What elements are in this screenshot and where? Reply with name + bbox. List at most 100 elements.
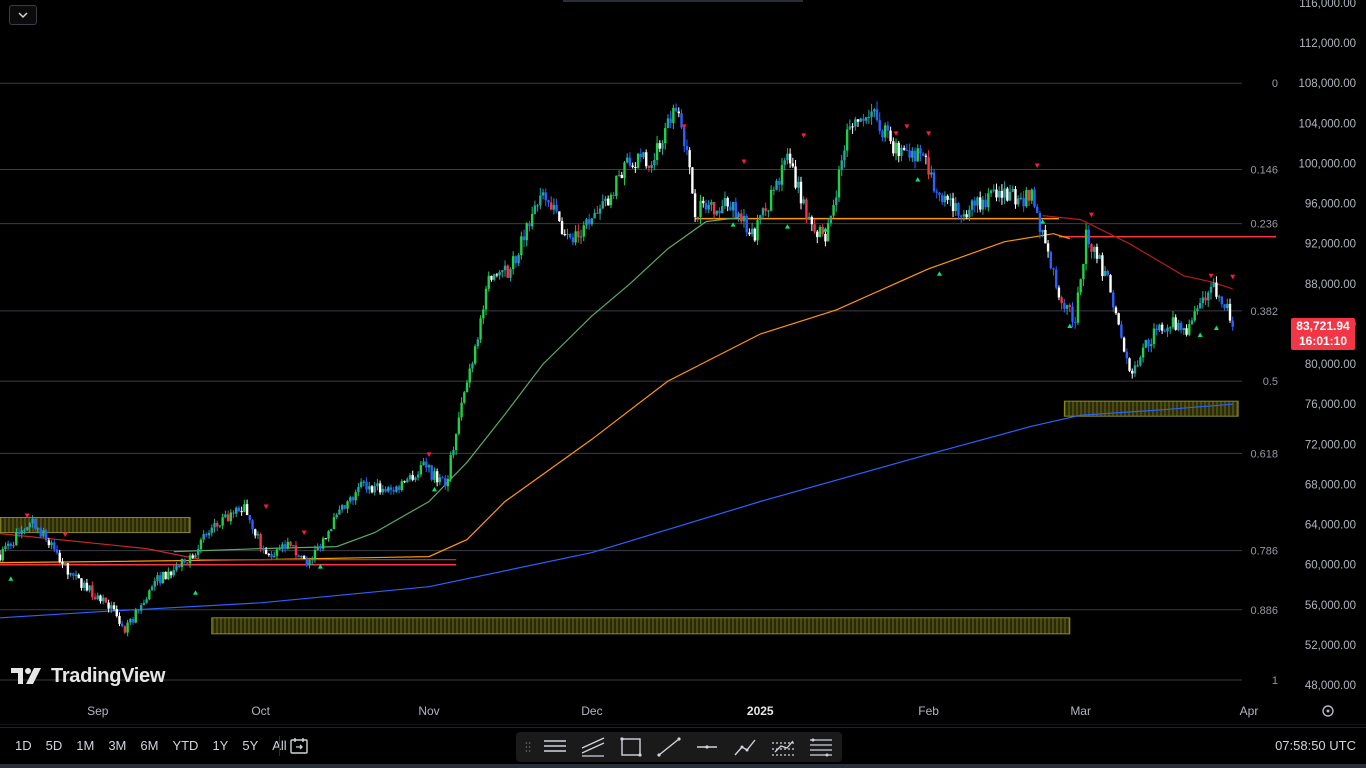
rectangle-tool-button[interactable] (616, 734, 646, 760)
candle-body (661, 143, 664, 149)
candle-body (1079, 279, 1082, 293)
price-tick-label: 112,000.00 (1299, 38, 1356, 50)
candle-body (332, 517, 336, 530)
candle-body (821, 226, 824, 234)
trend-line-tool-button[interactable] (654, 734, 684, 760)
candle-body (362, 481, 366, 483)
candle-body (167, 571, 170, 580)
candle-body (764, 208, 767, 212)
toolbar-drag-handle[interactable] (524, 740, 532, 754)
candle-body (921, 153, 925, 156)
signals (8, 124, 1236, 595)
candle-body (797, 181, 800, 188)
candle-body (72, 573, 75, 576)
candle-body (1179, 322, 1183, 331)
trend-line-icon (657, 737, 681, 757)
candle-body (194, 555, 197, 558)
candle-body (39, 528, 42, 537)
candle-body (427, 465, 431, 468)
candle-body (908, 150, 911, 158)
candle-body (300, 555, 303, 558)
candle-body (1122, 337, 1126, 352)
candle-body (357, 487, 360, 493)
candle-body (911, 150, 914, 158)
horizontal-lines-tool-button[interactable] (540, 734, 570, 760)
range-button-1d[interactable]: 1D (8, 738, 39, 753)
range-button-1y[interactable]: 1Y (205, 738, 235, 753)
candle-body (224, 514, 227, 518)
candle-body (55, 549, 59, 553)
price-tick-label: 100,000.00 (1298, 158, 1356, 170)
candle-body (1223, 304, 1226, 309)
parallel-channel-tool-button[interactable] (768, 734, 798, 760)
utc-clock[interactable]: 07:58:50 UTC (1275, 738, 1356, 753)
trend-channel-tool-button[interactable] (578, 734, 608, 760)
candle-body (503, 265, 507, 271)
sell-signal-marker (1034, 163, 1040, 168)
candle-body (845, 129, 849, 151)
sell-signal-marker (263, 504, 269, 509)
range-button-5d[interactable]: 5D (39, 738, 70, 753)
range-button-ytd[interactable]: YTD (165, 738, 205, 753)
candle-body (588, 219, 591, 225)
range-button-6m[interactable]: 6M (133, 738, 165, 753)
candle-body (913, 150, 917, 162)
candle-body (826, 223, 830, 242)
candle-body (408, 475, 412, 480)
candle-body (1046, 243, 1050, 252)
candle-body (788, 153, 792, 164)
range-button-1m[interactable]: 1M (69, 738, 101, 753)
candle-body (729, 206, 732, 211)
candle-body (123, 626, 127, 633)
candle-body (1076, 292, 1080, 323)
price-chart[interactable]: 0 0.146 0.236 0.382 0.5 0.618 0.786 0.886 1 116,… (0, 0, 1366, 725)
candle-body (435, 471, 439, 483)
candle-body (430, 465, 433, 480)
fib-label: 0.236 (1250, 219, 1278, 231)
candle-body (28, 523, 32, 528)
candle-body (444, 478, 447, 487)
candle-body (759, 215, 762, 221)
tradingview-logo[interactable]: TradingView (11, 663, 165, 689)
bottom-edge (0, 764, 1366, 768)
candle-body (226, 514, 230, 522)
candle-body (1198, 303, 1202, 309)
candle-body (886, 125, 890, 131)
candle-body (566, 234, 569, 236)
candle-body (484, 288, 488, 310)
price-tick-label: 108,000.00 (1298, 78, 1356, 90)
candle-body (91, 585, 94, 598)
candle-body (577, 231, 580, 238)
candle-body (376, 483, 379, 487)
collapse-dropdown-button[interactable] (9, 5, 37, 25)
candle-body (47, 540, 51, 546)
candle-body (158, 575, 162, 584)
path-tool-button[interactable] (730, 734, 760, 760)
candle-body (989, 190, 993, 194)
go-to-date-icon[interactable] (289, 736, 309, 756)
horizontal-line-tool-button[interactable] (692, 734, 722, 760)
candle-body (61, 561, 64, 565)
candle-body (699, 200, 702, 218)
candle-body (1063, 303, 1066, 309)
candle-body (721, 206, 724, 214)
buy-signal-marker (915, 177, 921, 182)
candle-body (1101, 255, 1104, 277)
candle-body (514, 256, 518, 264)
candle-body (465, 382, 469, 393)
range-button-5y[interactable]: 5Y (235, 738, 265, 753)
fib-retracement-tool-button[interactable] (806, 734, 836, 760)
time-tick-label: Dec (581, 704, 602, 718)
tradingview-logo-text: TradingView (51, 664, 166, 687)
candle-body (1163, 330, 1167, 332)
candle-body (1017, 198, 1020, 205)
candle-body (202, 534, 205, 540)
candle-body (873, 109, 876, 112)
candle-body (205, 534, 208, 536)
last-price-value: 83,721.94 (1296, 319, 1350, 333)
candle-body (1011, 189, 1014, 192)
candle-body (598, 208, 602, 214)
range-button-3m[interactable]: 3M (101, 738, 133, 753)
candle-body (191, 555, 194, 558)
candle-body (626, 157, 629, 163)
